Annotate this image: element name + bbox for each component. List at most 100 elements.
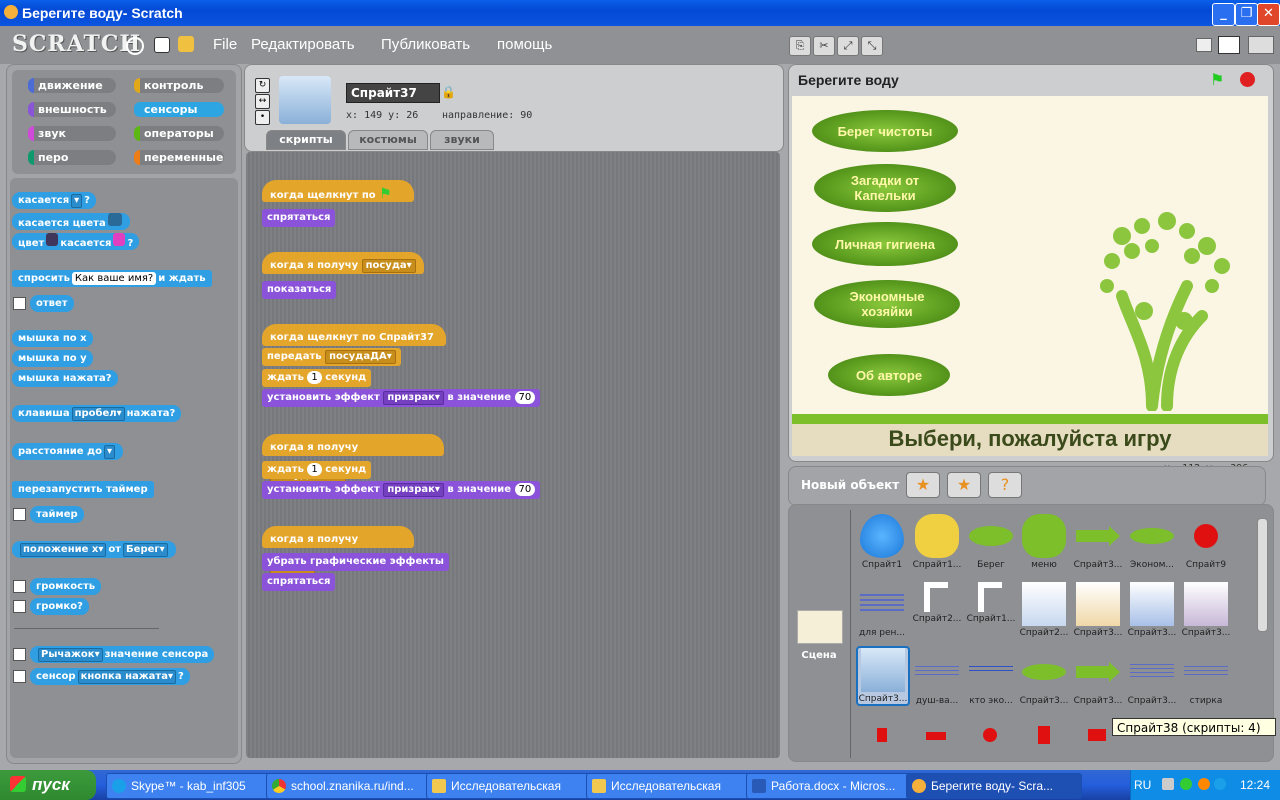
timer-checkbox[interactable]	[13, 508, 26, 521]
random-sprite-button[interactable]: ?	[988, 472, 1022, 498]
distance-block[interactable]: расстояние до ▾	[12, 443, 124, 460]
menu-edit[interactable]: Редактировать	[251, 36, 355, 53]
menu-share[interactable]: Публиковать	[381, 36, 470, 53]
answer-block[interactable]: ответ	[30, 295, 74, 312]
share-icon[interactable]	[178, 36, 194, 52]
save-icon[interactable]	[154, 37, 170, 53]
green-flag-button[interactable]: ⚑	[1210, 70, 1224, 89]
set-effect-block[interactable]: установить эффект призрак▾ в значение 70	[262, 481, 541, 499]
sprite-thumb[interactable]: Берег	[966, 514, 1016, 570]
clear-effects-block[interactable]: убрать графические эффекты	[262, 553, 449, 571]
menu-help[interactable]: помощь	[497, 36, 552, 53]
sprite-thumb[interactable]: Спрайт3...	[1127, 582, 1177, 638]
minimize-button[interactable]: _	[1212, 3, 1235, 26]
sprite-thumb[interactable]: Эконом...	[1127, 514, 1177, 570]
category-motion[interactable]: движение	[28, 78, 116, 93]
sprite-thumb[interactable]: Спрайт1...	[966, 582, 1016, 624]
stage-button-author[interactable]: Об авторе	[828, 354, 950, 396]
task-scratch[interactable]: Берегите воду- Scra...	[906, 773, 1082, 799]
stamp-tool-icon[interactable]: ⎘	[789, 36, 811, 56]
hat-receive-posuda[interactable]: когда я получу посуда▾	[262, 252, 424, 274]
answer-checkbox[interactable]	[13, 297, 26, 310]
sprite-name-field[interactable]: Спрайт37	[346, 83, 440, 103]
task-skype[interactable]: Skype™ - kab_inf305	[106, 773, 282, 799]
stage-canvas[interactable]: Берег чистоты Загадки от Капельки Личная…	[792, 96, 1268, 456]
stage-button-bereg[interactable]: Берег чистоты	[812, 110, 958, 152]
loudness-checkbox[interactable]	[13, 580, 26, 593]
category-variables[interactable]: переменные	[134, 150, 224, 165]
broadcast-block[interactable]: передать посудаДА▾	[262, 348, 401, 366]
lock-icon[interactable]: 🔒	[441, 85, 456, 99]
sprite-thumb[interactable]: Спрайт2...	[912, 582, 962, 624]
stage-button-zagadki[interactable]: Загадки от Капельки	[814, 164, 956, 212]
hat-receive-menu[interactable]: когда я получу меню▾	[262, 526, 414, 575]
sprite-thumb[interactable]: Спрайт3...	[1073, 650, 1123, 706]
task-browser[interactable]: school.znanika.ru/ind...	[266, 773, 442, 799]
tab-costumes[interactable]: костюмы	[348, 130, 428, 150]
tab-sounds[interactable]: звуки	[430, 130, 494, 150]
sensor-checkbox[interactable]	[13, 670, 26, 683]
attribute-of-block[interactable]: положение x▾ от Берег▾	[12, 541, 176, 558]
sprite-thumb[interactable]: Спрайт3...	[1181, 582, 1231, 638]
scissors-tool-icon[interactable]: ✂	[813, 36, 835, 56]
category-sound[interactable]: звук	[28, 126, 116, 141]
grow-tool-icon[interactable]: ⤢	[837, 36, 859, 56]
category-operators[interactable]: операторы	[134, 126, 224, 141]
category-sensing[interactable]: сенсоры	[134, 102, 224, 117]
sprite-thumb[interactable]: Спрайт2...	[1019, 582, 1069, 638]
globe-icon[interactable]	[126, 37, 144, 55]
sprite-thumb-red[interactable]	[1088, 729, 1106, 741]
hide-block[interactable]: спрятаться	[262, 573, 336, 591]
timer-block[interactable]: таймер	[30, 506, 84, 523]
color-touching-block[interactable]: цвет касается?	[12, 233, 140, 250]
sprite-thumb[interactable]: Спрайт3...	[1127, 650, 1177, 706]
stage-button-gigiena[interactable]: Личная гигиена	[812, 222, 958, 266]
normal-stage-icon[interactable]	[1218, 36, 1240, 54]
menu-file[interactable]: File	[213, 36, 237, 53]
small-stage-icon[interactable]	[1196, 38, 1212, 52]
sprite-list-scrollbar[interactable]	[1257, 518, 1268, 632]
rotate-all-icon[interactable]: ↻	[255, 78, 270, 93]
category-control[interactable]: контроль	[134, 78, 224, 93]
sprite-thumb[interactable]: Спрайт3...	[1073, 514, 1123, 570]
language-indicator[interactable]: RU	[1134, 778, 1151, 792]
tray-icon[interactable]	[1214, 778, 1226, 790]
sprite-thumbnail[interactable]	[279, 76, 331, 124]
sprite-thumb[interactable]: Спрайт9	[1181, 514, 1231, 570]
tab-scripts[interactable]: скрипты	[266, 130, 346, 150]
paint-sprite-button[interactable]: ★	[906, 472, 940, 498]
tray-icon[interactable]	[1180, 778, 1192, 790]
sprite-thumb-selected[interactable]: Спрайт3...	[856, 646, 910, 706]
maximize-button[interactable]: ❐	[1235, 3, 1258, 26]
show-block[interactable]: показаться	[262, 281, 337, 299]
close-button[interactable]: ✕	[1257, 3, 1280, 26]
sprite-thumb[interactable]: для рен...	[857, 582, 907, 638]
hat-receive-posudanet[interactable]: когда я получу посудаНЕТ▾	[262, 434, 444, 483]
sprite-thumb[interactable]: душ-ва...	[912, 650, 962, 706]
sprite-thumb[interactable]: Спрайт3...	[1019, 650, 1069, 706]
open-sprite-button[interactable]: ★	[947, 472, 981, 498]
mouse-x-block[interactable]: мышка по x	[12, 330, 93, 347]
sprite-thumb[interactable]: кто эко...	[966, 650, 1016, 706]
mouse-down-block[interactable]: мышка нажата?	[12, 370, 118, 387]
sprite-thumb-red[interactable]	[1038, 726, 1050, 744]
task-word[interactable]: Работа.docx - Micros...	[746, 773, 922, 799]
task-folder-1[interactable]: Исследовательская	[426, 773, 602, 799]
sprite-thumb[interactable]: Спрайт1	[857, 514, 907, 570]
hat-sprite-clicked[interactable]: когда щелкнут по Спрайт37	[262, 324, 446, 346]
ask-block[interactable]: спросить Как ваше имя? и ждать	[12, 270, 212, 287]
touching-block[interactable]: касается ▾?	[12, 192, 96, 209]
loudness-block[interactable]: громкость	[30, 578, 102, 595]
sprite-thumb-red[interactable]	[983, 728, 997, 742]
loud-block[interactable]: громко?	[30, 598, 89, 615]
key-pressed-block[interactable]: клавиша пробел▾ нажата?	[12, 405, 182, 422]
hat-green-flag[interactable]: когда щелкнут по ⚑	[262, 180, 414, 202]
stop-button[interactable]	[1240, 72, 1255, 87]
sensor-block[interactable]: сенсор кнопка нажата▾?	[30, 668, 190, 685]
loud-checkbox[interactable]	[13, 600, 26, 613]
touching-color-block[interactable]: касается цвета	[12, 213, 130, 230]
tray-icon[interactable]	[1198, 778, 1210, 790]
sprite-thumb-red[interactable]	[926, 732, 946, 740]
tray-icon[interactable]	[1162, 778, 1174, 790]
sprite-thumb[interactable]: Спрайт1...	[912, 514, 962, 570]
